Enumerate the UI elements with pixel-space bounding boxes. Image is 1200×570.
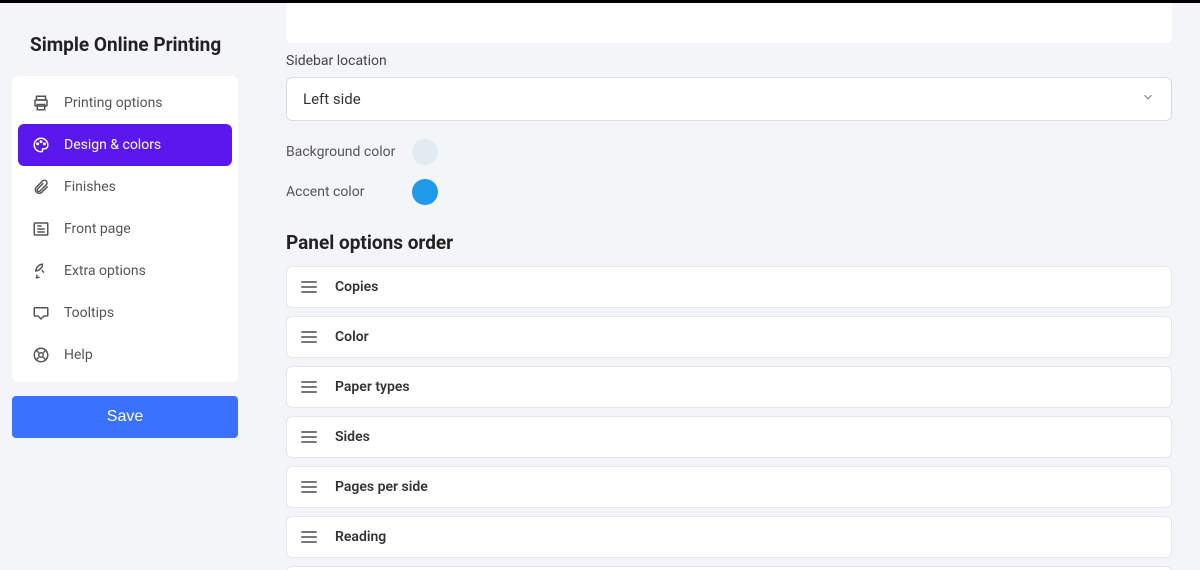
sidebar-item-label: Printing options: [64, 95, 163, 111]
panel-order-item[interactable]: Paper types: [286, 366, 1172, 408]
panel-order-label: Copies: [335, 279, 378, 295]
app-title: Simple Online Printing: [12, 3, 250, 76]
sidebar-item-tooltips[interactable]: Tooltips: [18, 292, 232, 334]
drag-handle-icon[interactable]: [301, 481, 317, 493]
sidebar-item-front-page[interactable]: Front page: [18, 208, 232, 250]
sidebar-location-select[interactable]: Left side: [286, 77, 1172, 121]
sidebar-item-label: Extra options: [64, 263, 146, 279]
panel-order-list: Copies Color Paper types Sides Pages per…: [286, 266, 1172, 570]
sidebar-item-design-colors[interactable]: Design & colors: [18, 124, 232, 166]
panel-order-label: Sides: [335, 429, 370, 445]
sidebar: Simple Online Printing Printing options …: [0, 3, 250, 570]
sidebar-item-label: Finishes: [64, 179, 116, 195]
rocket-icon: [32, 262, 50, 280]
panel-order-label: Color: [335, 329, 369, 345]
sidebar-nav: Printing options Design & colors Finishe…: [12, 76, 238, 382]
drag-handle-icon[interactable]: [301, 331, 317, 343]
panel-order-title: Panel options order: [286, 231, 1172, 254]
sidebar-item-label: Design & colors: [64, 137, 161, 153]
panel-order-item[interactable]: Copies: [286, 266, 1172, 308]
accent-color-label: Accent color: [286, 184, 396, 200]
background-color-label: Background color: [286, 144, 396, 160]
sidebar-item-help[interactable]: Help: [18, 334, 232, 376]
sidebar-location-label: Sidebar location: [286, 53, 1172, 69]
panel-order-label: Pages per side: [335, 479, 428, 495]
paperclip-icon: [32, 178, 50, 196]
panel-order-item[interactable]: Reading: [286, 516, 1172, 558]
drag-handle-icon[interactable]: [301, 381, 317, 393]
panel-placeholder: [286, 3, 1172, 43]
accent-color-swatch[interactable]: [412, 179, 438, 205]
chevron-down-icon: [1141, 90, 1155, 108]
panel-order-item[interactable]: Pages per side: [286, 466, 1172, 508]
drag-handle-icon[interactable]: [301, 531, 317, 543]
select-value: Left side: [303, 90, 361, 108]
sidebar-item-label: Front page: [64, 221, 131, 237]
background-color-swatch[interactable]: [412, 139, 438, 165]
accent-color-row: Accent color: [286, 179, 1172, 205]
panel-order-item[interactable]: Sides: [286, 416, 1172, 458]
sidebar-item-extra-options[interactable]: Extra options: [18, 250, 232, 292]
panel-order-label: Paper types: [335, 379, 410, 395]
drag-handle-icon[interactable]: [301, 281, 317, 293]
message-icon: [32, 304, 50, 322]
panel-order-item[interactable]: Finishes: [286, 566, 1172, 570]
sidebar-item-label: Tooltips: [64, 305, 114, 321]
newspaper-icon: [32, 220, 50, 238]
background-color-row: Background color: [286, 139, 1172, 165]
sidebar-item-finishes[interactable]: Finishes: [18, 166, 232, 208]
sidebar-item-printing-options[interactable]: Printing options: [18, 82, 232, 124]
drag-handle-icon[interactable]: [301, 431, 317, 443]
sidebar-item-label: Help: [64, 347, 93, 363]
panel-order-label: Reading: [335, 529, 386, 545]
save-button[interactable]: Save: [12, 396, 238, 438]
palette-icon: [32, 136, 50, 154]
main-content: Sidebar location Left side Background co…: [250, 3, 1200, 570]
printer-icon: [32, 94, 50, 112]
panel-order-item[interactable]: Color: [286, 316, 1172, 358]
help-icon: [32, 346, 50, 364]
